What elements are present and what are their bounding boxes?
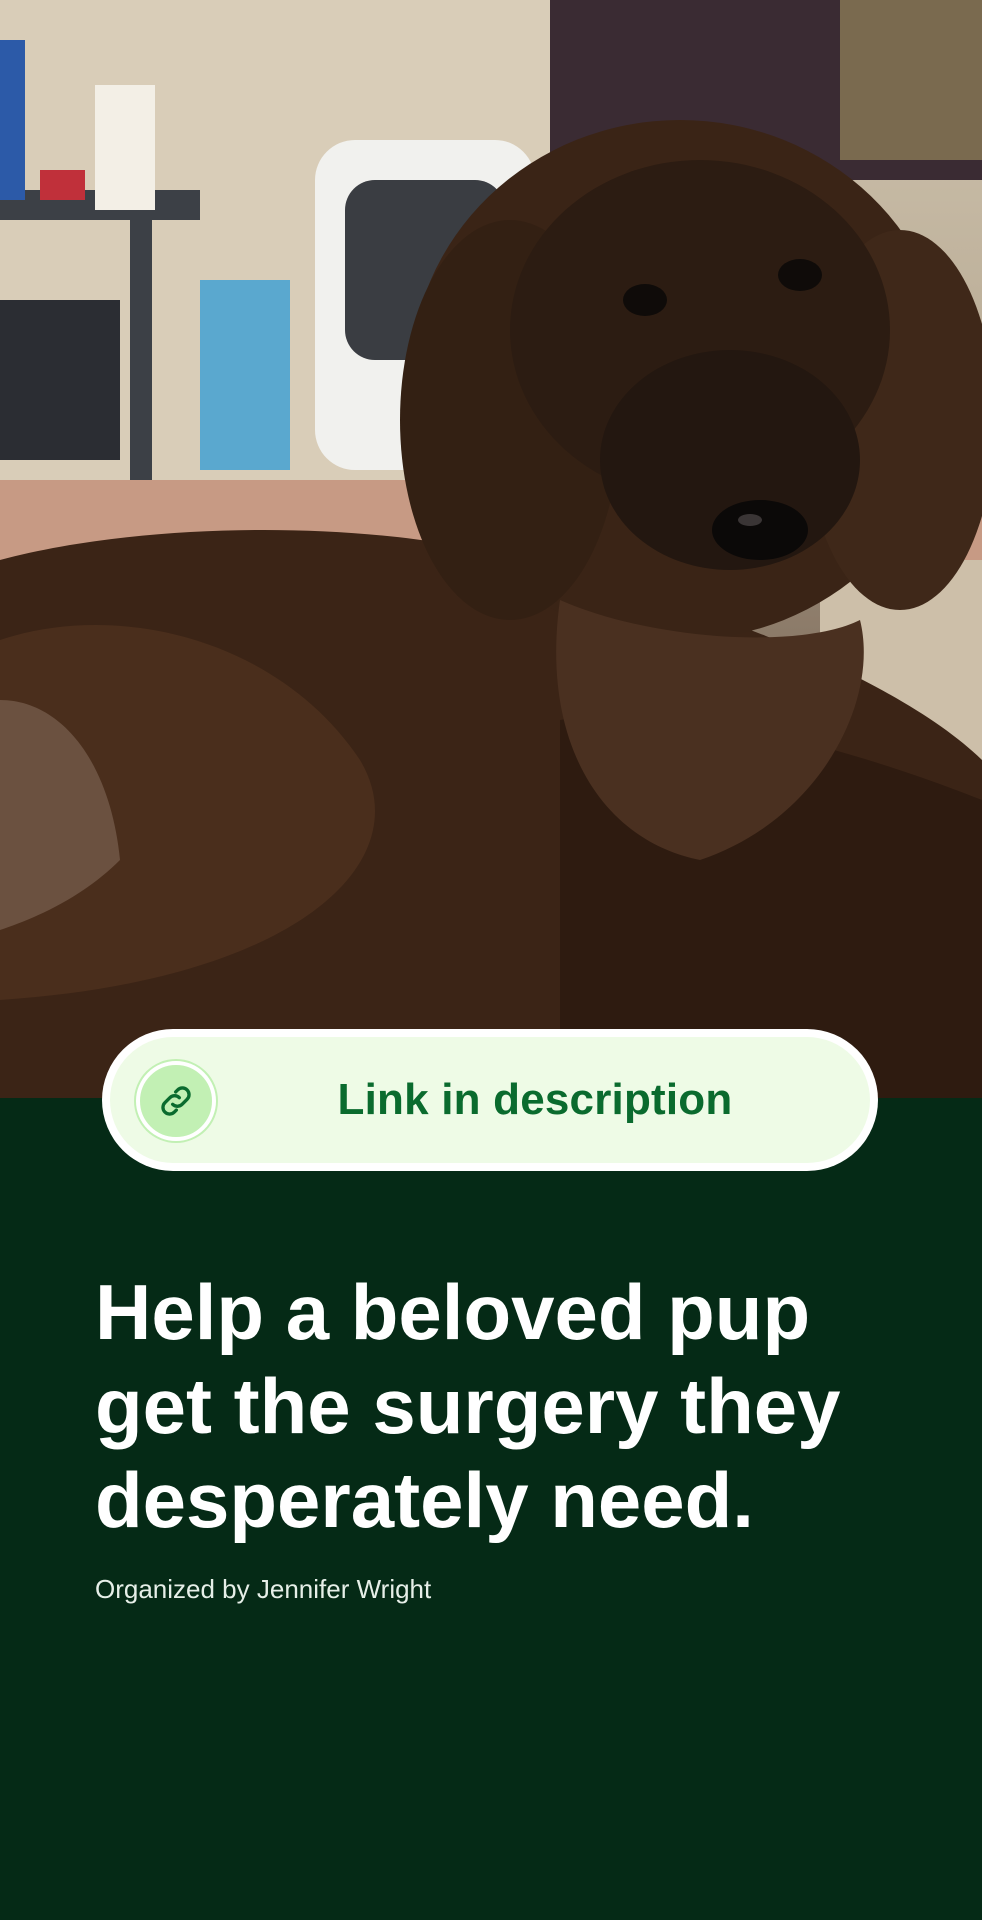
- dog-photo: [0, 0, 982, 1100]
- organizer-label: Organized by Jennifer Wright: [95, 1574, 432, 1604]
- link-icon: [136, 1061, 216, 1141]
- link-pill-inner[interactable]: Link in description: [110, 1037, 870, 1163]
- campaign-title: Help a beloved pup get the surgery they …: [95, 1268, 841, 1544]
- link-pill-label: Link in description: [337, 1075, 733, 1124]
- dog-photo-illustration: [0, 0, 982, 1100]
- link-in-description-button[interactable]: Link in description: [102, 1029, 878, 1171]
